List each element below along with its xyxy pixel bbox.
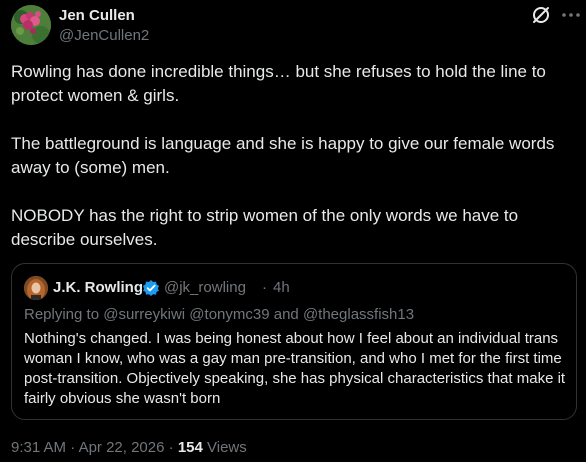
tweet-paragraph: Rowling has done incredible things… but … bbox=[11, 62, 546, 105]
quoted-author-name[interactable]: J.K. Rowling bbox=[53, 279, 143, 297]
separator-dot: · bbox=[262, 279, 267, 296]
quoted-timestamp[interactable]: 4h bbox=[273, 279, 290, 297]
verified-badge-icon bbox=[142, 279, 160, 297]
author-handle[interactable]: @JenCullen2 bbox=[59, 27, 149, 45]
mention-link[interactable]: @tonymc39 bbox=[189, 306, 269, 323]
tweet-meta: 9:31 AM · Apr 22, 2026 · 154 Views bbox=[11, 439, 247, 457]
tweet: Jen Cullen @JenCullen2 Rowling has done … bbox=[0, 0, 586, 462]
mention-link[interactable]: @surreykiwi bbox=[103, 306, 185, 323]
mention-link[interactable]: @theglassfish13 bbox=[303, 306, 414, 323]
quoted-tweet-card[interactable]: J.K. Rowling @jk_rowling · 4h Replying t… bbox=[11, 263, 577, 420]
views-label: Views bbox=[207, 439, 247, 456]
quoted-author-avatar[interactable] bbox=[24, 276, 48, 300]
separator-dot: · bbox=[70, 439, 76, 456]
author-avatar[interactable] bbox=[11, 5, 51, 45]
grok-icon[interactable] bbox=[530, 4, 552, 26]
author-display-name[interactable]: Jen Cullen bbox=[59, 7, 135, 25]
separator-dot: · bbox=[168, 439, 174, 456]
replying-to-and: and bbox=[273, 306, 299, 323]
quoted-author-handle[interactable]: @jk_rowling bbox=[164, 279, 246, 297]
views-count[interactable]: 154 bbox=[178, 439, 203, 456]
more-dots-icon[interactable] bbox=[560, 4, 582, 26]
tweet-paragraph: NOBODY has the right to strip women of t… bbox=[11, 206, 519, 249]
replying-to-label: Replying to bbox=[24, 306, 100, 323]
portrait-photo-icon bbox=[24, 276, 48, 300]
post-time[interactable]: 9:31 AM bbox=[11, 439, 66, 456]
quoted-tweet-text: Nothing's changed. I was being honest ab… bbox=[24, 330, 566, 407]
tweet-paragraph: The battleground is language and she is … bbox=[11, 134, 555, 177]
tweet-text: Rowling has done incredible things… but … bbox=[11, 60, 576, 252]
post-date[interactable]: Apr 22, 2026 bbox=[79, 439, 165, 456]
replying-to-line: Replying to @surreykiwi @tonymc39 and @t… bbox=[24, 306, 414, 324]
flower-photo-icon bbox=[11, 5, 51, 45]
